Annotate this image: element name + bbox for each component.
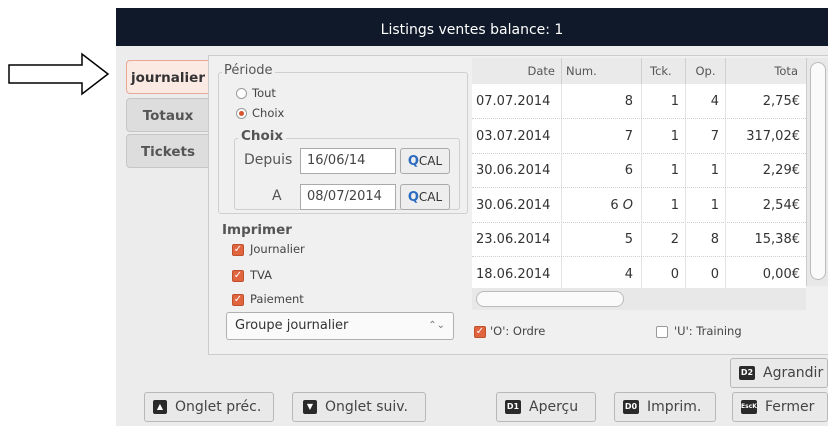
cell-op: 4: [686, 84, 726, 120]
journalier-checkbox[interactable]: ✓: [232, 244, 244, 256]
key-d2-icon: D2: [739, 366, 755, 380]
periode-legend: Période: [222, 63, 275, 78]
cell-total: 15,38€: [754, 232, 801, 247]
col-header-total[interactable]: Tota: [726, 58, 806, 84]
cell-date: 23.06.2014: [472, 222, 562, 258]
cell-total: 317,02€: [746, 128, 800, 144]
key-d1-icon: D1: [505, 400, 521, 414]
radio-tout-label: Tout: [252, 86, 276, 100]
cell-tck: 1: [642, 153, 686, 189]
table-row[interactable]: 03.07.2014 7 1 7 317,02€: [472, 118, 806, 155]
select-updown-icon: ⌃⌄: [428, 320, 445, 331]
onglet-prec-label: Onglet préc.: [175, 399, 262, 415]
tva-checkbox[interactable]: ✓: [232, 270, 244, 282]
cell-tck: 1: [642, 187, 686, 224]
groupe-select-value: Groupe journalier: [235, 318, 349, 333]
paiement-checkbox[interactable]: ✓: [232, 294, 244, 306]
search-icon: Q: [407, 154, 419, 169]
col-header-num[interactable]: Num.: [562, 58, 642, 84]
groupe-select[interactable]: Groupe journalier ⌃⌄: [226, 312, 454, 340]
vertical-scroll-thumb[interactable]: [810, 62, 826, 280]
cell-op: 7: [686, 118, 726, 155]
cell-date: 03.07.2014: [472, 118, 562, 155]
a-label: A: [272, 188, 282, 204]
imprim-label: Imprim.: [647, 399, 702, 415]
depuis-cal-button[interactable]: QCAL: [400, 148, 450, 174]
agrandir-label: Agrandir: [763, 365, 824, 381]
onglet-prec-button[interactable]: ▲ Onglet préc.: [144, 392, 274, 422]
depuis-date-field[interactable]: 16/06/14: [300, 148, 396, 174]
cell-num: 6 O: [562, 187, 642, 224]
fermer-button[interactable]: EscK Fermer: [732, 392, 828, 422]
cell-date: 30.06.2014: [472, 153, 562, 189]
table-row[interactable]: 30.06.2014 6 1 1 2,29€: [472, 153, 806, 189]
tab-journalier[interactable]: journalier: [126, 60, 210, 94]
depuis-label: Depuis: [244, 152, 293, 168]
apercu-label: Aperçu: [529, 399, 579, 415]
choix-legend: Choix: [238, 128, 287, 144]
imprimer-legend: Imprimer: [222, 222, 292, 238]
key-esc-icon: EscK: [741, 400, 757, 414]
a-cal-label: CAL: [418, 190, 443, 204]
search-icon: Q: [407, 190, 419, 205]
radio-tout[interactable]: [236, 88, 247, 99]
cell-total: 2,75€: [762, 94, 800, 109]
radio-choix[interactable]: [236, 108, 247, 119]
imprim-button[interactable]: D0 Imprim.: [614, 392, 716, 422]
tva-check-label: TVA: [250, 268, 273, 282]
a-date-field[interactable]: 08/07/2014: [300, 184, 396, 210]
tab-tickets[interactable]: Tickets: [126, 134, 210, 168]
cell-num: 6: [562, 153, 642, 189]
paiement-check-label: Paiement: [250, 292, 304, 306]
col-header-op[interactable]: Op.: [686, 58, 726, 84]
cell-total: 2,29€: [762, 163, 800, 178]
horizontal-scrollbar[interactable]: [472, 288, 806, 310]
agrandir-button[interactable]: D2 Agrandir: [730, 358, 828, 388]
cell-tck: 1: [642, 84, 686, 120]
vertical-scrollbar[interactable]: [806, 58, 828, 286]
apercu-button[interactable]: D1 Aperçu: [496, 392, 596, 422]
tab-totaux[interactable]: Totaux: [126, 98, 210, 132]
journalier-check-label: Journalier: [250, 242, 305, 256]
horizontal-scroll-thumb[interactable]: [476, 291, 624, 307]
table-row[interactable]: 30.06.2014 6 O 1 1 2,54€: [472, 187, 806, 224]
col-header-tck[interactable]: Tck.: [642, 58, 686, 84]
cell-date: 30.06.2014: [472, 187, 562, 224]
cell-op: 8: [686, 222, 726, 258]
window-title: Listings ventes balance: 1: [116, 8, 828, 46]
radio-choix-label: Choix: [252, 106, 285, 120]
col-header-date[interactable]: Date: [472, 58, 562, 84]
onglet-suiv-button[interactable]: ▼ Onglet suiv.: [292, 392, 426, 422]
a-cal-button[interactable]: QCAL: [400, 184, 450, 210]
table-row[interactable]: 23.06.2014 5 2 8 15,38€: [472, 222, 806, 258]
cell-num: 8: [562, 84, 642, 120]
key-d0-icon: D0: [623, 400, 639, 414]
fermer-label: Fermer: [765, 399, 815, 415]
cell-tck: 2: [642, 222, 686, 258]
printer-down-icon: ▼: [303, 400, 317, 414]
cell-num: 5: [562, 222, 642, 258]
pointer-arrow-icon: [8, 52, 110, 96]
table-row[interactable]: 18.06.2014 4 0 0 0,00€: [472, 256, 806, 293]
depuis-cal-label: CAL: [418, 154, 443, 168]
ventes-table: Date Num. Tck. Op. Tota 07.07.2014 8 1 4 2,7…: [472, 58, 806, 293]
ordre-label: 'O': Ordre: [490, 324, 546, 338]
table-row[interactable]: 07.07.2014 8 1 4 2,75€: [472, 84, 806, 120]
onglet-suiv-label: Onglet suiv.: [325, 399, 408, 415]
cell-op: 1: [686, 187, 726, 224]
printer-up-icon: ▲: [153, 400, 167, 414]
cell-tck: 1: [642, 118, 686, 155]
training-checkbox[interactable]: [656, 326, 668, 338]
ordre-checkbox[interactable]: ✓: [474, 326, 486, 338]
cell-date: 07.07.2014: [472, 84, 562, 120]
cell-op: 1: [686, 153, 726, 189]
cell-num: 7: [562, 118, 642, 155]
training-label: 'U': Training: [674, 324, 742, 338]
cell-total: 2,54€: [762, 197, 800, 213]
